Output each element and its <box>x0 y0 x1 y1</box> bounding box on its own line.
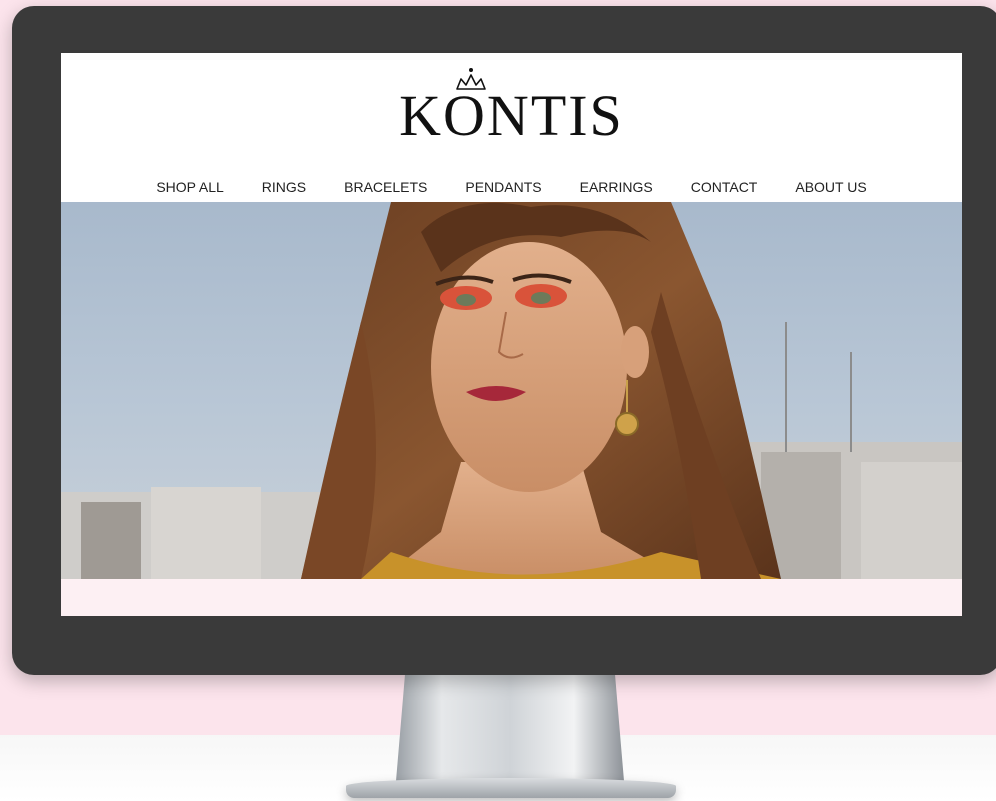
nav-pendants[interactable]: PENDANTS <box>446 177 560 199</box>
footer-strip <box>61 579 962 616</box>
nav-bracelets[interactable]: BRACELETS <box>325 177 446 199</box>
main-nav: SHOP ALL RINGS BRACELETS PENDANTS EARRIN… <box>61 177 962 199</box>
website-screen: KONTIS SHOP ALL RINGS BRACELETS PENDANTS… <box>61 53 962 616</box>
site-logo[interactable]: KONTIS <box>61 87 962 145</box>
nav-rings[interactable]: RINGS <box>243 177 325 199</box>
nav-about-us[interactable]: ABOUT US <box>776 177 885 199</box>
nav-earrings[interactable]: EARRINGS <box>561 177 672 199</box>
monitor-stand <box>396 673 624 781</box>
nav-contact[interactable]: CONTACT <box>672 177 777 199</box>
site-header: KONTIS SHOP ALL RINGS BRACELETS PENDANTS… <box>61 53 962 202</box>
monitor-base <box>346 778 676 798</box>
nav-shop-all[interactable]: SHOP ALL <box>137 177 242 199</box>
hero-image <box>61 202 962 579</box>
hero-photo-illustration <box>61 202 962 579</box>
